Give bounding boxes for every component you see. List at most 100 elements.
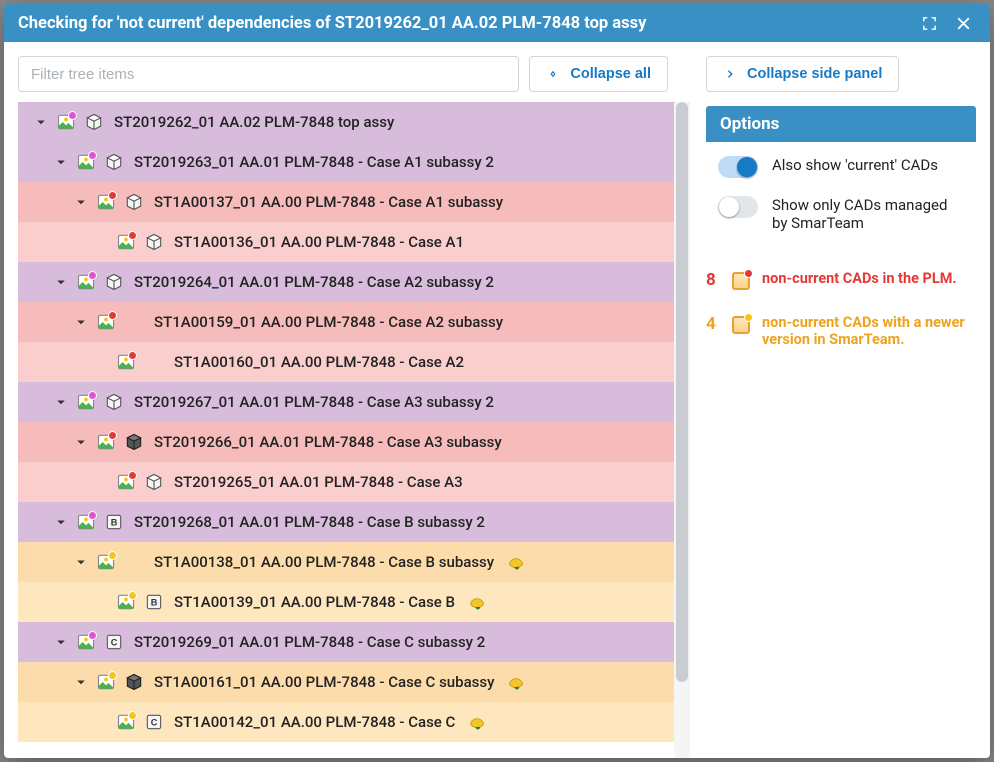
- chevron-down-icon: [72, 553, 90, 571]
- cad-status-icon: [94, 310, 118, 334]
- expand-toggle[interactable]: [52, 513, 70, 531]
- geometry-icon: [122, 670, 146, 694]
- geometry-icon: [102, 510, 126, 534]
- tree-container[interactable]: ST2019262_01 AA.02 PLM-7848 top assyST20…: [18, 102, 690, 758]
- dassault-icon: [465, 590, 489, 614]
- cube-icon: [144, 712, 164, 732]
- cube-icon: [84, 112, 104, 132]
- dassault-logo-icon: [506, 552, 526, 572]
- filter-input[interactable]: [18, 56, 519, 92]
- tree-item-label: ST1A00142_01 AA.00 PLM-7848 - Case C: [174, 713, 455, 731]
- cad-icon: [730, 314, 752, 336]
- tree-row[interactable]: ST2019268_01 AA.01 PLM-7848 - Case B sub…: [18, 502, 690, 542]
- scrollbar-thumb[interactable]: [676, 102, 688, 682]
- cad-icon: [730, 270, 752, 292]
- dassault-logo-icon: [506, 672, 526, 692]
- tree-item-label: ST1A00138_01 AA.00 PLM-7848 - Case B sub…: [154, 553, 494, 571]
- expand-toggle[interactable]: [72, 433, 90, 451]
- toggle-smarteam-only[interactable]: [718, 196, 758, 218]
- collapse-side-panel-button[interactable]: Collapse side panel: [706, 56, 899, 92]
- chevron-down-icon: [32, 113, 50, 131]
- tree-item-label: ST2019266_01 AA.01 PLM-7848 - Case A3 su…: [154, 433, 502, 451]
- geometry-icon: [142, 470, 166, 494]
- cube-icon: [104, 632, 124, 652]
- expand-toggle[interactable]: [32, 113, 50, 131]
- tree-item-label: ST2019264_01 AA.01 PLM-7848 - Case A2 su…: [134, 273, 494, 291]
- modal-window: Checking for 'not current' dependencies …: [4, 4, 990, 758]
- tree-row[interactable]: ST2019266_01 AA.01 PLM-7848 - Case A3 su…: [18, 422, 690, 462]
- cube-icon: [124, 192, 144, 212]
- cube-icon: [104, 392, 124, 412]
- tree-row[interactable]: ST1A00161_01 AA.00 PLM-7848 - Case C sub…: [18, 662, 690, 702]
- chevron-down-icon: [52, 633, 70, 651]
- tree-item-label: ST2019269_01 AA.01 PLM-7848 - Case C sub…: [134, 633, 485, 651]
- expand-toggle[interactable]: [72, 313, 90, 331]
- cad-status-icon: [94, 430, 118, 454]
- tree-row[interactable]: ST2019267_01 AA.01 PLM-7848 - Case A3 su…: [18, 382, 690, 422]
- tree-row[interactable]: ST1A00139_01 AA.00 PLM-7848 - Case B: [18, 582, 690, 622]
- geometry-icon: [122, 430, 146, 454]
- tree-item-label: ST2019268_01 AA.01 PLM-7848 - Case B sub…: [134, 513, 485, 531]
- geometry-icon: [142, 710, 166, 734]
- dassault-icon: [504, 550, 528, 574]
- tree-row[interactable]: ST1A00137_01 AA.00 PLM-7848 - Case A1 su…: [18, 182, 690, 222]
- chevron-down-icon: [72, 313, 90, 331]
- cube-icon: [144, 592, 164, 612]
- expand-toggle[interactable]: [52, 633, 70, 651]
- cube-icon: [104, 272, 124, 292]
- cad-status-icon: [74, 150, 98, 174]
- options-body: Also show 'current' CADs Show only CADs …: [706, 142, 976, 252]
- cad-status-icon: [114, 470, 138, 494]
- expand-toggle[interactable]: [52, 393, 70, 411]
- tree-row[interactable]: ST2019264_01 AA.01 PLM-7848 - Case A2 su…: [18, 262, 690, 302]
- tree-row[interactable]: ST1A00138_01 AA.00 PLM-7848 - Case B sub…: [18, 542, 690, 582]
- cube-icon: [144, 232, 164, 252]
- expand-toggle[interactable]: [72, 673, 90, 691]
- geometry-icon: [102, 270, 126, 294]
- dassault-icon: [504, 670, 528, 694]
- options-header: Options: [706, 106, 976, 142]
- tree-item-label: ST1A00137_01 AA.00 PLM-7848 - Case A1 su…: [154, 193, 503, 211]
- fullscreen-icon: [921, 15, 938, 32]
- cad-status-icon: [94, 190, 118, 214]
- chevron-down-icon: [52, 513, 70, 531]
- expand-toggle[interactable]: [52, 273, 70, 291]
- expand-toggle[interactable]: [52, 153, 70, 171]
- expand-toggle[interactable]: [72, 553, 90, 571]
- side-panel: Collapse side panel Options Also show 'c…: [706, 56, 976, 758]
- tree-row[interactable]: ST2019265_01 AA.01 PLM-7848 - Case A3: [18, 462, 690, 502]
- cube-icon: [124, 432, 144, 452]
- tree-row[interactable]: ST1A00142_01 AA.00 PLM-7848 - Case C: [18, 702, 690, 742]
- chevron-down-icon: [52, 273, 70, 291]
- scrollbar[interactable]: [674, 102, 690, 758]
- legend-noncurrent-plm-text: non-current CADs in the PLM.: [762, 270, 976, 287]
- cad-status-icon: [114, 350, 138, 374]
- legend-newer-smarteam-count: 4: [706, 314, 720, 334]
- tree-row[interactable]: ST2019263_01 AA.01 PLM-7848 - Case A1 su…: [18, 142, 690, 182]
- tree-row[interactable]: ST1A00136_01 AA.00 PLM-7848 - Case A1: [18, 222, 690, 262]
- cad-status-icon: [74, 390, 98, 414]
- geometry-icon: [142, 590, 166, 614]
- tree-row[interactable]: ST2019269_01 AA.01 PLM-7848 - Case C sub…: [18, 622, 690, 662]
- chevron-down-icon: [72, 433, 90, 451]
- cube-icon: [144, 472, 164, 492]
- geometry-icon: [122, 190, 146, 214]
- maximize-button[interactable]: [912, 8, 946, 38]
- tree-item-label: ST1A00136_01 AA.00 PLM-7848 - Case A1: [174, 233, 464, 251]
- tree-row[interactable]: ST1A00159_01 AA.00 PLM-7848 - Case A2 su…: [18, 302, 690, 342]
- cube-icon: [104, 152, 124, 172]
- chevron-right-icon: [723, 67, 737, 81]
- cube-icon: [104, 512, 124, 532]
- toggle-show-current[interactable]: [718, 156, 758, 178]
- cad-status-icon: [114, 710, 138, 734]
- collapse-all-button[interactable]: Collapse all: [529, 56, 668, 92]
- title-bar: Checking for 'not current' dependencies …: [4, 4, 990, 42]
- collapse-all-icon: [546, 67, 560, 81]
- dassault-logo-icon: [467, 712, 487, 732]
- chevron-down-icon: [52, 153, 70, 171]
- geometry-icon: [142, 230, 166, 254]
- tree-row[interactable]: ST2019262_01 AA.02 PLM-7848 top assy: [18, 102, 690, 142]
- tree-row[interactable]: ST1A00160_01 AA.00 PLM-7848 - Case A2: [18, 342, 690, 382]
- close-button[interactable]: [946, 8, 980, 38]
- expand-toggle[interactable]: [72, 193, 90, 211]
